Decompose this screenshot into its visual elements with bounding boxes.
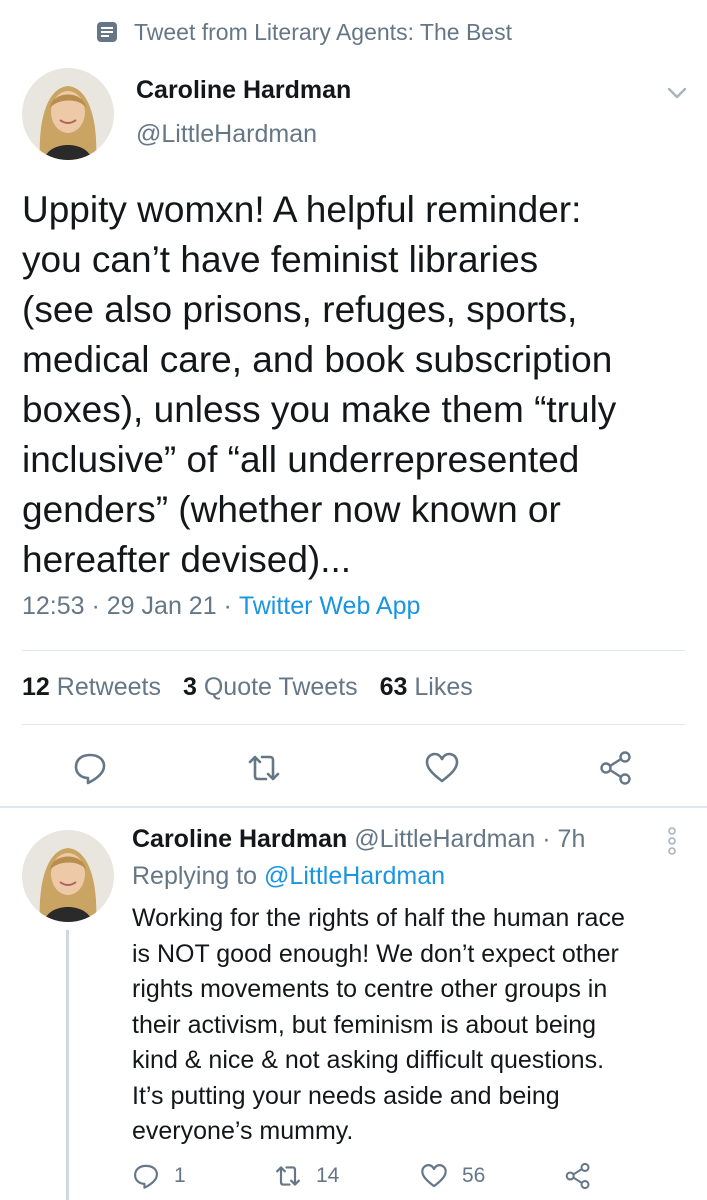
reply-header: Caroline Hardman @LittleHardman · 7h: [132, 825, 586, 853]
reply-author-handle[interactable]: @LittleHardman: [354, 825, 535, 853]
share-icon: [565, 1162, 590, 1190]
divider: [22, 724, 685, 725]
reply-reply-button[interactable]: 1: [132, 1162, 186, 1190]
reply-icon[interactable]: [72, 750, 108, 786]
likes-stat[interactable]: 63 Likes: [380, 673, 473, 702]
tweet-actions: [0, 740, 707, 796]
retweets-stat[interactable]: 12 Retweets: [22, 673, 161, 702]
document-icon: [97, 22, 117, 42]
tweet-time: 12:53: [22, 592, 85, 620]
reply-icon: [134, 1164, 158, 1189]
like-icon[interactable]: [424, 750, 460, 786]
reply-age: 7h: [557, 825, 586, 853]
quote-tweets-stat[interactable]: 3 Quote Tweets: [183, 673, 358, 702]
reply-retweet-button[interactable]: 14: [274, 1162, 339, 1190]
more-options-icon[interactable]: [666, 826, 678, 856]
like-icon: [421, 1164, 447, 1188]
replying-to: Replying to @LittleHardman: [132, 862, 446, 890]
tweet-stats: 12 Retweets 3 Quote Tweets 63 Likes: [22, 673, 473, 702]
avatar[interactable]: [22, 68, 114, 160]
avatar[interactable]: [22, 830, 114, 922]
retweet-count: 14: [316, 1164, 340, 1187]
replying-to-handle[interactable]: @LittleHardman: [264, 862, 445, 890]
reply-actions: 1 14 56: [132, 1162, 692, 1198]
divider: [22, 650, 685, 651]
share-icon[interactable]: [598, 750, 634, 786]
reply-share-button[interactable]: [564, 1162, 592, 1190]
reply-count: 1: [174, 1164, 186, 1187]
tweet-context[interactable]: Tweet from Literary Agents: The Best: [96, 16, 512, 48]
divider: [0, 806, 707, 808]
tweet-text: Uppity womxn! A helpful reminder: you ca…: [22, 189, 617, 580]
chevron-down-icon[interactable]: [664, 80, 690, 106]
author-handle[interactable]: @LittleHardman: [136, 120, 317, 149]
context-text: Tweet from Literary Agents: The Best: [134, 18, 512, 45]
reply-author-name[interactable]: Caroline Hardman: [132, 825, 347, 853]
like-count: 56: [462, 1164, 486, 1187]
tweet-date: 29 Jan 21: [106, 592, 217, 620]
thread-line: [66, 930, 69, 1200]
reply-like-button[interactable]: 56: [420, 1162, 485, 1190]
retweet-icon[interactable]: [246, 750, 282, 786]
tweet-meta: 12:53 · 29 Jan 21 · Twitter Web App: [22, 592, 421, 621]
reply-text: Working for the rights of half the human…: [132, 904, 625, 1145]
author-name[interactable]: Caroline Hardman: [136, 76, 351, 105]
retweet-icon: [276, 1166, 300, 1186]
tweet-source-link[interactable]: Twitter Web App: [239, 592, 421, 621]
